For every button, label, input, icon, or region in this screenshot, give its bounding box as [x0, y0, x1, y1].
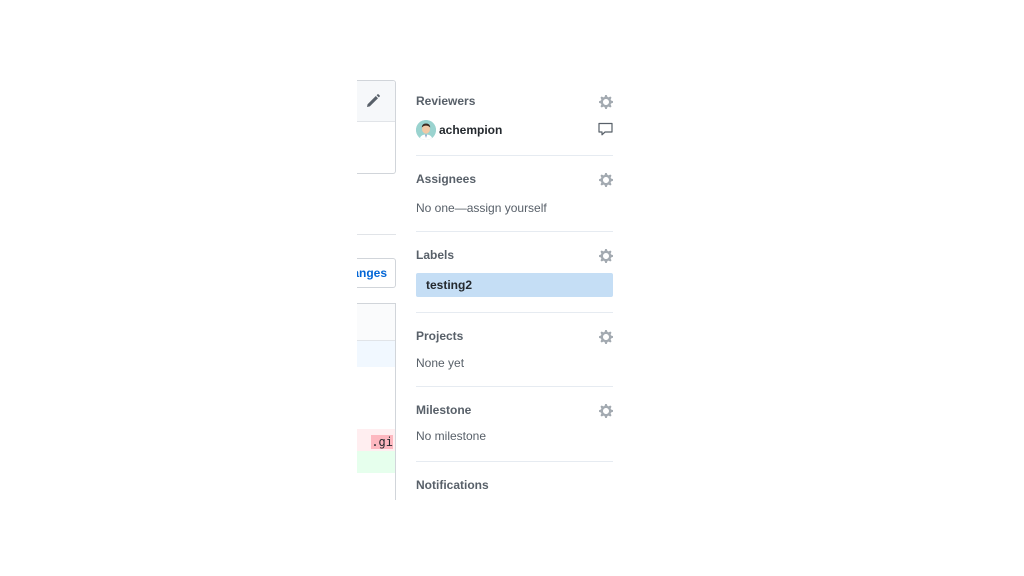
- diff-deleted-line: af.gi: [357, 429, 395, 451]
- notifications-section: Notifications: [416, 462, 613, 500]
- projects-empty-text: None yet: [416, 356, 465, 370]
- label-chip[interactable]: testing2: [416, 273, 613, 297]
- diff-added-line: [357, 451, 395, 473]
- pencil-icon[interactable]: [366, 94, 380, 113]
- assignees-section: Assignees No one—assign yourself: [416, 156, 613, 232]
- view-changes-button[interactable]: anges: [357, 258, 396, 288]
- avatar[interactable]: [416, 120, 436, 140]
- assignees-title[interactable]: Assignees: [416, 172, 476, 186]
- milestone-section: Milestone No milestone: [416, 387, 613, 462]
- projects-section: Projects None yet: [416, 313, 613, 387]
- reviewers-title[interactable]: Reviewers: [416, 94, 475, 108]
- view-changes-label: anges: [357, 266, 387, 280]
- label-name: testing2: [426, 278, 473, 292]
- projects-title[interactable]: Projects: [416, 329, 463, 343]
- pr-description-box: [357, 80, 396, 174]
- notifications-title: Notifications: [416, 478, 489, 492]
- diff-file-header: [357, 304, 395, 341]
- diff-view: af.gi: [357, 303, 396, 500]
- gear-icon[interactable]: [599, 249, 613, 263]
- pr-description-header: [357, 81, 395, 122]
- comment-icon[interactable]: [598, 122, 613, 136]
- labels-title[interactable]: Labels: [416, 248, 454, 262]
- gear-icon[interactable]: [599, 95, 613, 109]
- assignees-empty-text[interactable]: No one—assign yourself: [416, 201, 547, 215]
- page-clip: anges af.gi Reviewers: [0, 0, 1024, 500]
- gear-icon[interactable]: [599, 330, 613, 344]
- reviewers-section: Reviewers achempion: [416, 86, 613, 156]
- milestone-empty-text: No milestone: [416, 429, 487, 443]
- diff-deleted-highlight: .gi: [371, 435, 393, 449]
- left-divider: [357, 234, 396, 235]
- labels-section: Labels testing2: [416, 232, 613, 313]
- gear-icon[interactable]: [599, 404, 613, 418]
- pr-sidebar: Reviewers achempion Assignees No one—ass…: [416, 86, 613, 500]
- milestone-title[interactable]: Milestone: [416, 403, 471, 417]
- reviewer-name[interactable]: achempion: [439, 123, 502, 137]
- diff-hunk-header: [357, 341, 395, 367]
- gear-icon[interactable]: [599, 173, 613, 187]
